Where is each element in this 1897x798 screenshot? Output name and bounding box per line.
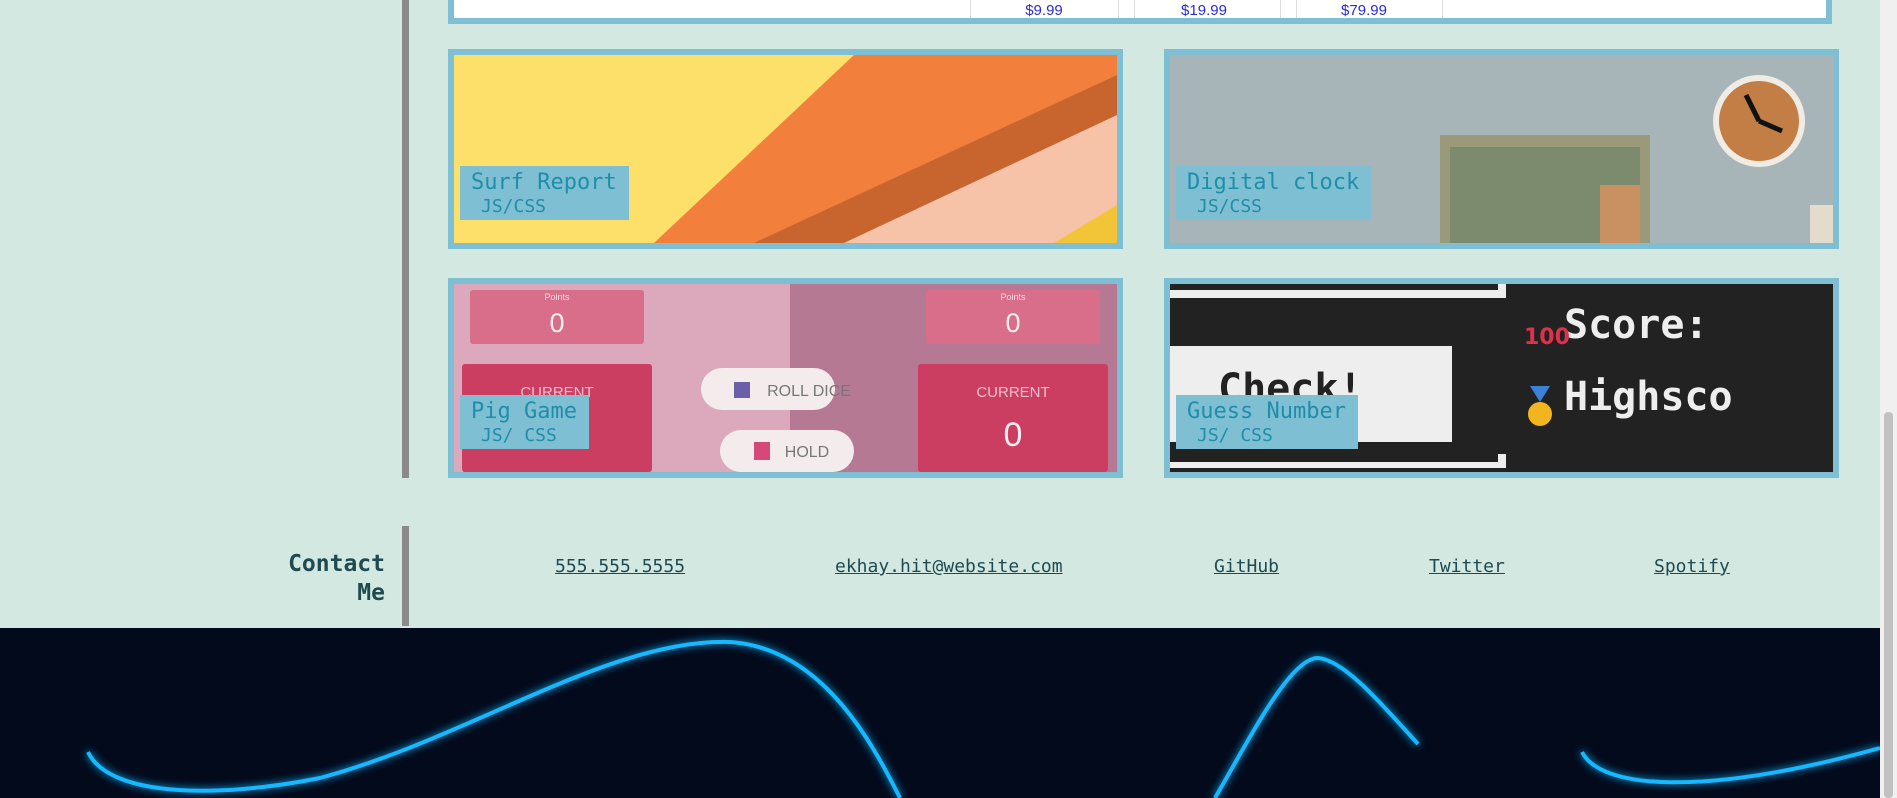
project-caption: Pig Game JS/ CSS <box>460 395 589 449</box>
hundred-icon: 100 <box>1524 325 1570 350</box>
table-column-divider <box>1442 0 1443 18</box>
project-caption: Surf Report JS/CSS <box>460 166 629 220</box>
score-label: Score: <box>1564 302 1709 348</box>
price-cell: $9.99 <box>1025 2 1063 19</box>
project-card-digital-clock[interactable]: Digital clock JS/CSS <box>1164 49 1839 249</box>
current-value: 0 <box>1004 416 1023 454</box>
points-label: Points <box>544 292 570 302</box>
project-card-surf-report[interactable]: Surf Report JS/CSS <box>448 49 1123 249</box>
project-title: Guess Number <box>1187 399 1346 424</box>
highscore-label: Highsco <box>1564 374 1733 420</box>
project-card-guess-number[interactable]: Check! Score: Highsco 100 Guess Number J… <box>1164 278 1839 478</box>
section-divider-contact <box>402 526 409 626</box>
twitter-link[interactable]: Twitter <box>1429 556 1505 577</box>
table-column-divider <box>1118 0 1119 18</box>
project-title: Digital clock <box>1187 170 1360 195</box>
project-caption: Guess Number JS/ CSS <box>1176 395 1358 449</box>
points-label: Points <box>1000 292 1026 302</box>
medal-icon <box>1528 402 1552 426</box>
email-link[interactable]: ekhay.hit@website.com <box>835 556 1063 577</box>
project-title: Pig Game <box>471 399 577 424</box>
project-title: Surf Report <box>471 170 617 195</box>
pricing-table-bottom-row: $9.99 $19.99 $79.99 <box>448 0 1832 24</box>
score-right: 0 <box>1005 308 1020 338</box>
roll-dice-label: ROLL DICE <box>767 383 851 400</box>
project-tech: JS/CSS <box>1197 196 1263 217</box>
page-scrollbar[interactable] <box>1880 0 1897 798</box>
neon-wave-graphic <box>86 639 1880 798</box>
spotify-link[interactable]: Spotify <box>1654 556 1730 577</box>
project-tech: JS/CSS <box>481 196 547 217</box>
hold-label: HOLD <box>785 444 829 461</box>
project-caption: Digital clock JS/CSS <box>1176 166 1372 220</box>
scrollbar-thumb[interactable] <box>1884 412 1893 798</box>
project-tech: JS/ CSS <box>1197 425 1273 446</box>
footer-hero-image <box>0 628 1880 798</box>
price-cell: $19.99 <box>1181 2 1227 19</box>
phone-link[interactable]: 555.555.5555 <box>555 556 685 577</box>
project-card-pig-game[interactable]: Points Points 0 0 CURRENT CURRENT 0 ROLL… <box>448 278 1123 478</box>
section-divider-projects <box>402 0 409 478</box>
github-link[interactable]: GitHub <box>1214 556 1279 577</box>
score-left: 0 <box>549 308 564 338</box>
table-column-divider <box>1134 0 1135 18</box>
contact-heading: Contact Me <box>288 551 385 606</box>
current-label: CURRENT <box>976 384 1049 401</box>
project-tech: JS/ CSS <box>481 425 557 446</box>
price-cell: $79.99 <box>1341 2 1387 19</box>
table-column-divider <box>970 0 971 18</box>
table-column-divider <box>1296 0 1297 18</box>
table-column-divider <box>1280 0 1281 18</box>
